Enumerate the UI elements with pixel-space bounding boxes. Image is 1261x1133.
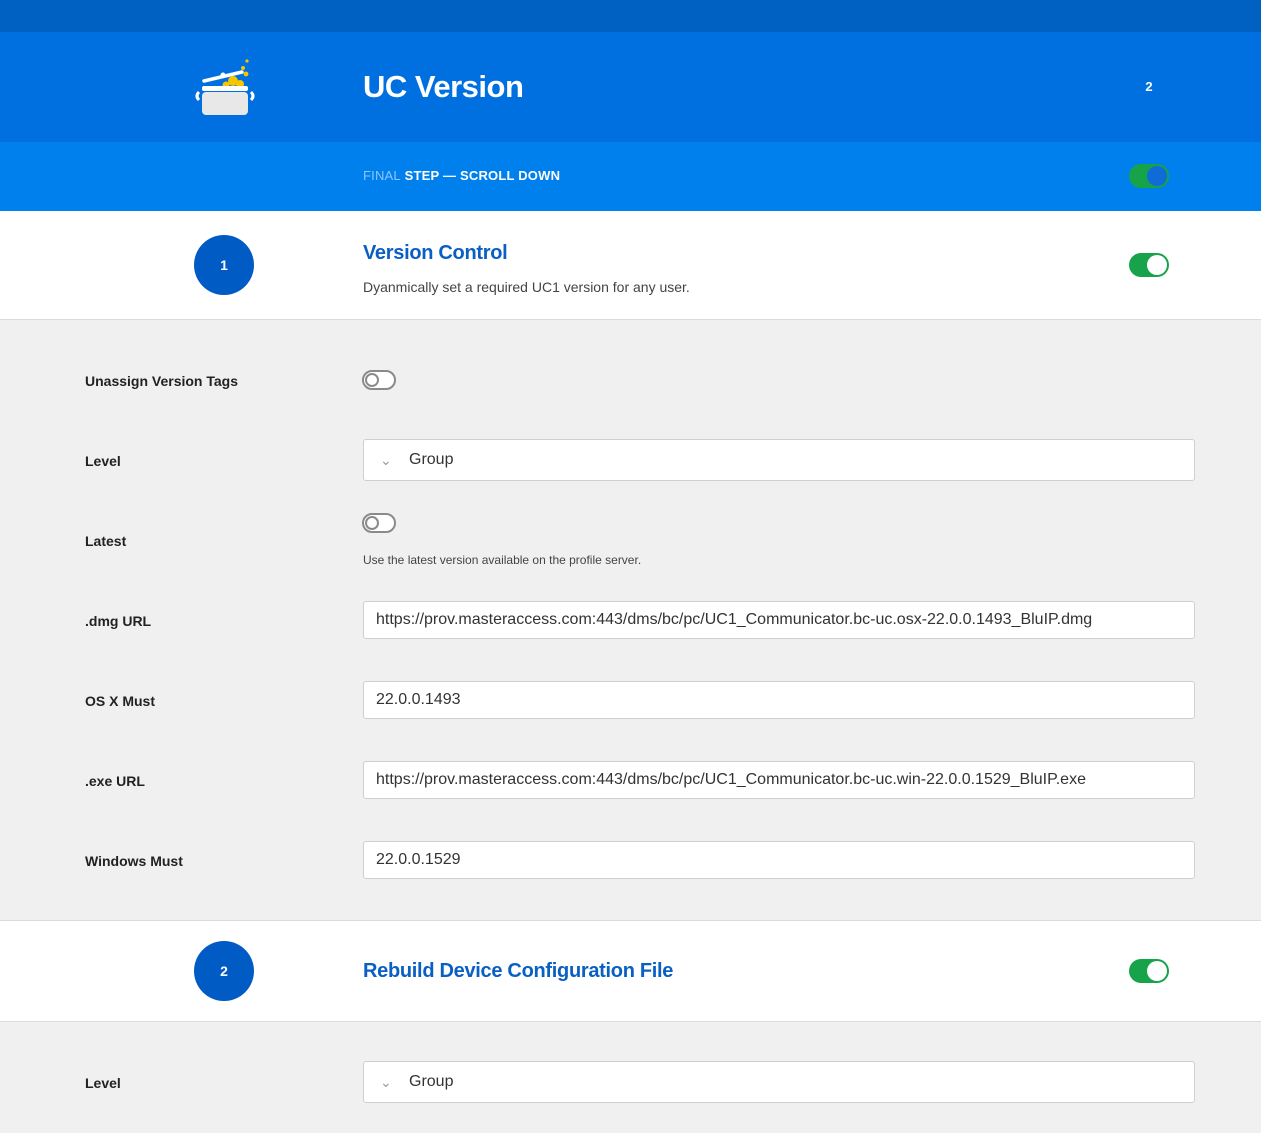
top-strip: [0, 0, 1261, 32]
header-count-badge[interactable]: 2: [1136, 79, 1162, 94]
level-select[interactable]: ⌄ Group: [363, 439, 1195, 481]
toggle-knob: [365, 516, 379, 530]
cooking-pot-icon: [195, 59, 255, 115]
latest-toggle[interactable]: [362, 513, 396, 533]
unassign-version-tags-label: Unassign Version Tags: [85, 373, 239, 389]
section-number-badge: 2: [194, 941, 254, 1001]
dmg-url-input[interactable]: https://prov.masteraccess.com:443/dms/bc…: [363, 601, 1195, 639]
step-label: FINAL STEP — SCROLL DOWN: [363, 168, 560, 183]
level-select[interactable]: ⌄ Group: [363, 1061, 1195, 1103]
header: UC Version 2: [0, 32, 1261, 142]
level-select-value: Group: [409, 1073, 454, 1090]
latest-hint: Use the latest version available on the …: [363, 553, 642, 567]
section-title: Rebuild Device Configuration File: [363, 960, 674, 982]
dmg-url-label: .dmg URL: [85, 613, 152, 629]
windows-must-input[interactable]: 22.0.0.1529: [363, 841, 1195, 879]
section-title: Version Control: [363, 242, 508, 264]
final-step-toggle[interactable]: [1129, 164, 1169, 188]
exe-url-input[interactable]: https://prov.masteraccess.com:443/dms/bc…: [363, 761, 1195, 799]
toggle-knob: [365, 373, 379, 387]
unassign-version-tags-toggle[interactable]: [362, 370, 396, 390]
toggle-knob: [1147, 961, 1167, 981]
chevron-down-icon: ⌄: [380, 452, 392, 468]
step-label-final: FINAL: [363, 168, 401, 183]
step-label-text: STEP — SCROLL DOWN: [404, 168, 561, 183]
osx-must-label: OS X Must: [85, 693, 156, 709]
chevron-down-icon: ⌄: [380, 1074, 392, 1090]
level-label: Level: [85, 1075, 121, 1091]
exe-url-label: .exe URL: [85, 773, 145, 789]
windows-must-label: Windows Must: [85, 853, 183, 869]
section-description: Dyanmically set a required UC1 version f…: [363, 279, 690, 295]
rebuild-config-toggle[interactable]: [1129, 959, 1169, 983]
latest-label: Latest: [85, 533, 127, 549]
osx-must-input[interactable]: 22.0.0.1493: [363, 681, 1195, 719]
toggle-knob: [1147, 166, 1167, 186]
level-select-value: Group: [409, 451, 454, 468]
section-rebuild-config: 2 Rebuild Device Configuration File: [0, 920, 1261, 1022]
section-number-badge: 1: [194, 235, 254, 295]
level-label: Level: [85, 453, 121, 469]
step-bar: FINAL STEP — SCROLL DOWN: [0, 142, 1261, 211]
toggle-knob: [1147, 255, 1167, 275]
section-version-control: 1 Version Control Dyanmically set a requ…: [0, 211, 1261, 320]
page-title: UC Version: [363, 69, 524, 104]
version-control-toggle[interactable]: [1129, 253, 1169, 277]
